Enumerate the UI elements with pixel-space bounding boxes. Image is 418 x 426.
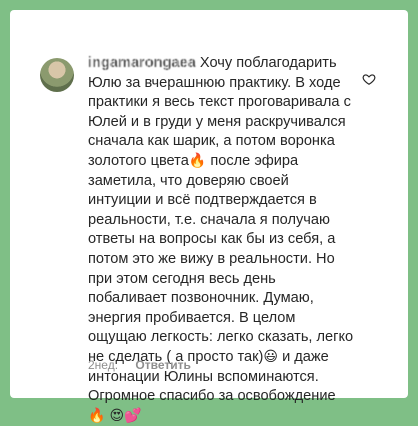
reply-button[interactable]: Ответить	[135, 358, 190, 372]
smile-emoji: 😃	[263, 348, 279, 365]
hearts-emoji: 💕	[124, 407, 142, 424]
comment-meta: 2нед. Ответить	[88, 358, 191, 372]
fire-emoji-2: 🔥	[88, 407, 106, 424]
timestamp: 2нед.	[88, 358, 119, 372]
comment-card: ingamarongaea Хочу поблагодарить Юлю за …	[10, 10, 408, 424]
like-heart-icon[interactable]	[362, 72, 376, 86]
username-link[interactable]: ingamarongaea	[88, 54, 196, 74]
avatar[interactable]	[40, 58, 74, 92]
comment-text-2: после эфира заметила, что доверяю своей …	[88, 152, 354, 365]
heart-eyes-emoji: 😍	[109, 407, 125, 424]
fire-emoji: 🔥	[188, 152, 207, 169]
